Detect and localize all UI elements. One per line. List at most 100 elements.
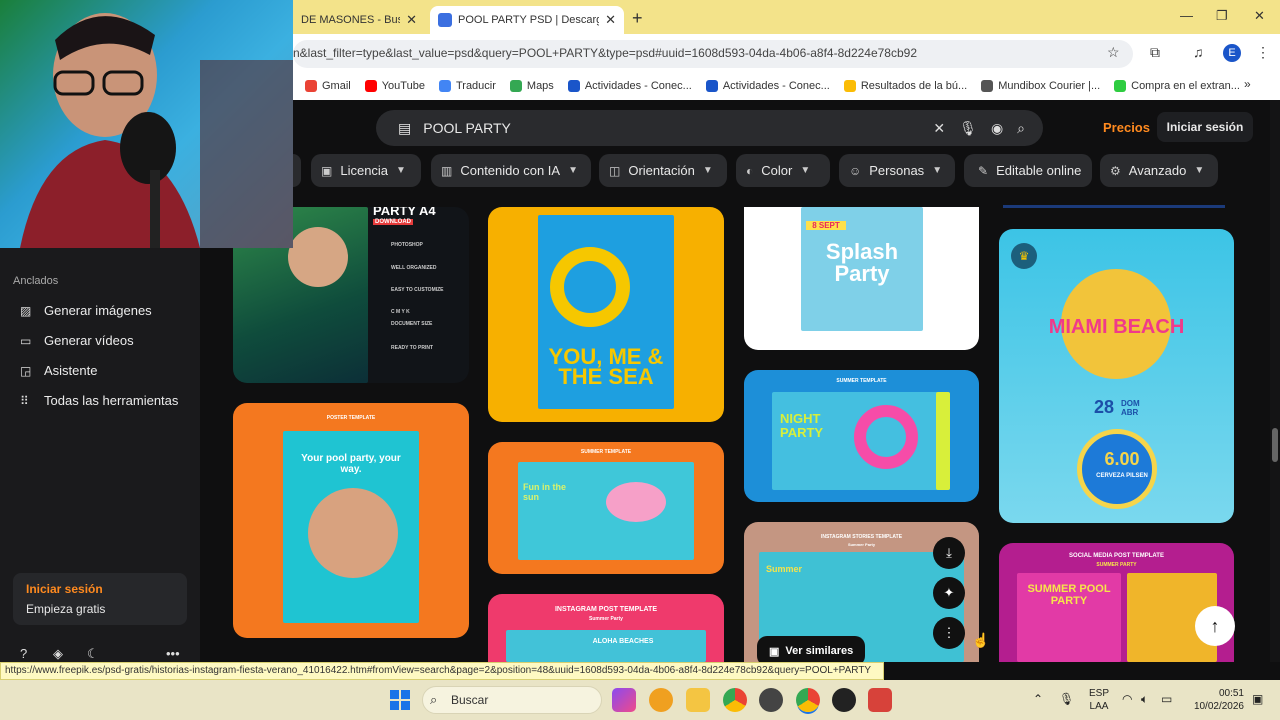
battery-icon[interactable]: ▭ — [1161, 692, 1172, 706]
bookmark-item[interactable]: Gmail — [305, 80, 351, 92]
feature-text: WELL ORGANIZED — [391, 265, 437, 271]
sidebar-item-all-tools[interactable]: ⠿ Todas las herramientas — [20, 393, 178, 408]
wifi-icon[interactable]: ◠ — [1122, 692, 1132, 706]
filter-color[interactable]: ◐ Color ▼ — [736, 154, 830, 187]
windows-start-icon[interactable] — [390, 690, 410, 710]
bookmark-star-icon[interactable]: ☆ — [1107, 44, 1120, 61]
browser-tab-search[interactable]: DE MASONES - Buscar c ✕ — [293, 6, 425, 34]
search-app-icon[interactable] — [649, 688, 673, 712]
filter-avanzado[interactable]: ⚙ Avanzado ▼ — [1100, 154, 1218, 187]
sidebar-item-generate-videos[interactable]: ▭ Generar vídeos — [20, 333, 134, 348]
file-explorer-icon[interactable] — [686, 688, 710, 712]
card-subtitle: DOWNLOAD — [373, 219, 413, 225]
scrollbar-thumb[interactable] — [1272, 428, 1278, 462]
address-bar[interactable]: n&last_filter=type&last_value=psd&query=… — [293, 40, 1133, 68]
result-card-fun-in-sun[interactable]: SUMMER TEMPLATE Fun in the sun — [488, 442, 724, 574]
sidebar-item-generate-images[interactable]: ▨ Generar imágenes — [20, 303, 152, 318]
chevron-down-icon: ▼ — [800, 165, 811, 176]
chrome-profile-icon[interactable] — [796, 688, 820, 712]
result-card-miami-beach[interactable]: ♛ MIAMI BEACH 28 DOM ABR 6.00 CERVEZA PI… — [999, 229, 1234, 523]
file-type-icon[interactable]: ▤ — [398, 120, 411, 137]
result-card-splash-party[interactable]: 8 SEPT Splash Party — [744, 207, 979, 350]
notifications-icon[interactable]: ▣ — [1252, 692, 1263, 706]
camera-search-icon[interactable]: ◉ — [991, 120, 1003, 137]
chrome-icon[interactable] — [723, 688, 747, 712]
presenter-video-frame — [20, 13, 293, 248]
search-bar[interactable]: ▤ POOL PARTY ✕ 🎙︎ ◉ ⌕ — [376, 110, 1043, 146]
windows-taskbar — [0, 680, 1280, 720]
bookmark-favicon-icon — [509, 80, 522, 92]
media-player-icon[interactable] — [832, 688, 856, 712]
video-editor-icon[interactable] — [868, 688, 892, 712]
result-card-social-media-post[interactable]: SOCIAL MEDIA POST TEMPLATE SUMMER PARTY … — [999, 543, 1234, 662]
close-tab-icon[interactable]: ✕ — [605, 12, 616, 28]
discord-icon[interactable]: ◈ — [53, 646, 63, 662]
scroll-to-top-button[interactable]: ↑ — [1195, 606, 1235, 646]
new-tab-button[interactable]: + — [632, 8, 643, 29]
more-options-icon[interactable]: ••• — [166, 646, 180, 661]
result-card-you-me-sea[interactable]: YOU, ME & THE SEA — [488, 207, 724, 422]
result-card-night-party[interactable]: SUMMER TEMPLATE NIGHT PARTY — [744, 370, 979, 502]
result-card-poster-template[interactable]: POSTER TEMPLATE Your pool party, your wa… — [233, 403, 469, 638]
clock[interactable]: 00:51 10/02/2026 — [1192, 687, 1244, 713]
close-tab-icon[interactable]: ✕ — [406, 12, 417, 28]
card-label: SOCIAL MEDIA POST TEMPLATE — [1069, 553, 1164, 559]
browser-menu-icon[interactable]: ⋮ — [1256, 44, 1270, 61]
sidebar-signup-link[interactable]: Empieza gratis — [26, 602, 105, 616]
bookmark-item[interactable]: Mundibox Courier |... — [981, 80, 1100, 92]
close-window-icon[interactable]: ✕ — [1254, 8, 1265, 24]
mouse-cursor-icon: ☝ — [972, 632, 990, 648]
filter-orientacion[interactable]: ◫ Orientación ▼ — [599, 154, 727, 187]
help-icon[interactable]: ? — [20, 646, 27, 661]
media-controls-icon[interactable]: ♫ — [1193, 44, 1204, 60]
input-language[interactable]: ESP LAA — [1089, 687, 1109, 713]
minimize-icon[interactable]: — — [1180, 8, 1193, 23]
bookmark-item[interactable]: Resultados de la bú... — [843, 80, 967, 92]
theme-toggle-icon[interactable]: ☾ — [87, 646, 99, 662]
card-headline: NIGHT PARTY — [780, 411, 824, 440]
float-ring-image — [550, 247, 630, 327]
profile-avatar[interactable]: E — [1223, 44, 1241, 62]
filter-contenido-ia[interactable]: ▥ Contenido con IA ▼ — [431, 154, 591, 187]
bookmark-item[interactable]: Actividades - Conec... — [705, 80, 830, 92]
bookmark-item[interactable]: Maps — [509, 80, 554, 92]
card-date-day: 28 — [1093, 397, 1115, 417]
ai-edit-icon[interactable]: ✦ — [933, 577, 965, 609]
bookmark-favicon-icon — [705, 80, 718, 92]
filter-licencia[interactable]: ▣ Licencia ▼ — [311, 154, 421, 187]
clear-search-icon[interactable]: ✕ — [933, 120, 945, 137]
pricing-link[interactable]: Precios — [1103, 120, 1150, 135]
search-input[interactable]: POOL PARTY — [423, 120, 511, 136]
search-icon[interactable]: ⌕ — [1017, 120, 1025, 137]
download-icon[interactable]: ⤓ — [933, 537, 965, 569]
filter-editable-online[interactable]: ✎ Editable online — [964, 154, 1092, 187]
gear-icon: ⚙ — [1110, 163, 1121, 178]
obs-icon[interactable] — [759, 688, 783, 712]
maximize-icon[interactable]: ❐ — [1216, 8, 1228, 24]
volume-icon[interactable]: 🔈︎ — [1141, 692, 1148, 707]
taskbar-search[interactable]: Buscar — [422, 686, 602, 714]
bookmark-item[interactable]: Compra en el extran... — [1114, 80, 1240, 92]
tab-title: DE MASONES - Buscar c — [301, 14, 400, 26]
friends-photo — [308, 488, 398, 578]
browser-tab-freepik[interactable]: POOL PARTY PSD | Descarga gr ✕ — [430, 6, 624, 34]
bookmark-item[interactable]: YouTube — [364, 80, 425, 92]
login-button[interactable]: Iniciar sesión — [1157, 112, 1253, 142]
copilot-icon[interactable] — [612, 688, 636, 712]
result-card-aloha[interactable]: INSTAGRAM POST TEMPLATE Summer Party ALO… — [488, 594, 724, 662]
more-options-icon[interactable]: ⋮ — [933, 617, 965, 649]
card-headline: MIAMI BEACH — [1048, 316, 1185, 338]
sidebar-login-link[interactable]: Iniciar sesión — [26, 582, 103, 596]
more-bookmarks-icon[interactable]: » — [1244, 77, 1251, 91]
license-icon: ▣ — [321, 163, 333, 178]
page-scrollbar[interactable] — [1270, 100, 1280, 662]
tray-expand-icon[interactable]: ⌃ — [1033, 692, 1043, 706]
microphone-icon[interactable]: 🎙︎ — [1059, 692, 1074, 706]
extensions-icon[interactable]: ⧉ — [1150, 44, 1160, 61]
filter-personas[interactable]: ☺ Personas ▼ — [839, 154, 955, 187]
feature-text: DOCUMENT SIZE — [391, 321, 433, 327]
microphone-icon[interactable]: 🎙︎ — [959, 120, 977, 137]
bookmark-item[interactable]: Actividades - Conec... — [567, 80, 692, 92]
sidebar-item-assistant[interactable]: ◲ Asistente — [20, 363, 97, 378]
bookmark-item[interactable]: Traducir — [438, 80, 496, 92]
